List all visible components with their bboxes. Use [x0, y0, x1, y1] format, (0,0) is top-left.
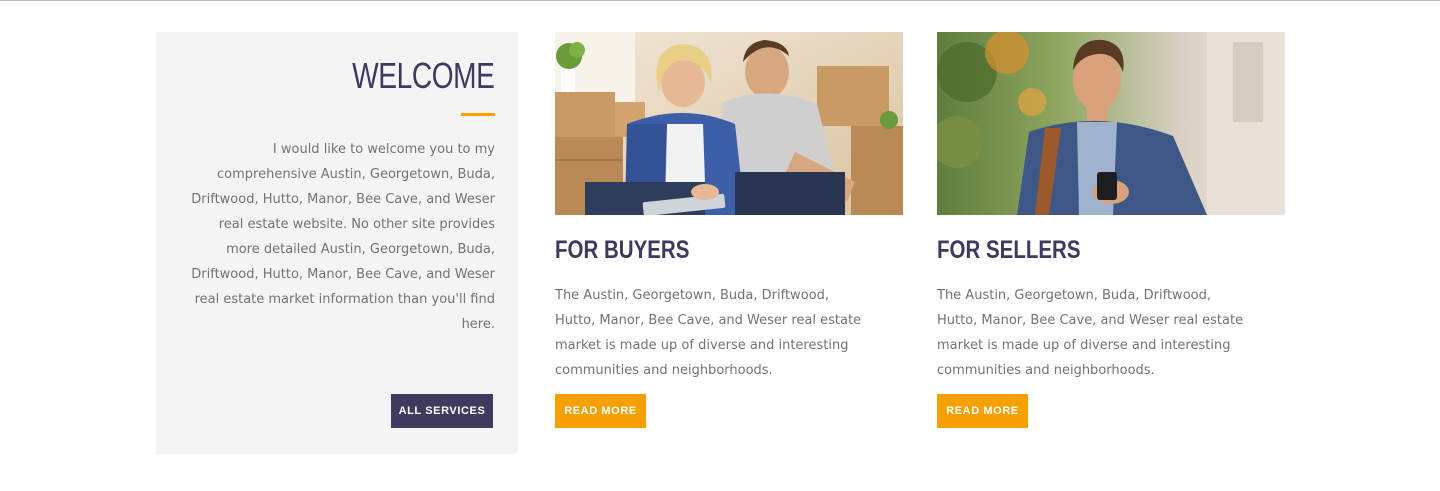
all-services-button[interactable]: ALL SERVICES [391, 394, 493, 428]
top-divider [0, 0, 1440, 1]
sellers-read-more-button[interactable]: READ MORE [937, 394, 1028, 428]
sellers-title: FOR SELLERS [937, 236, 1081, 264]
welcome-card: WELCOME I would like to welcome you to m… [156, 32, 518, 454]
welcome-text: I would like to welcome you to my compre… [191, 142, 495, 332]
welcome-accent-line [461, 113, 495, 116]
buyers-photo[interactable] [555, 32, 903, 215]
buyers-card: FOR BUYERS The Austin, Georgetown, Buda,… [555, 32, 903, 432]
man-with-phone-image [937, 32, 1285, 215]
welcome-title: WELCOME [352, 55, 496, 96]
sellers-card: FOR SELLERS The Austin, Georgetown, Buda… [937, 32, 1285, 432]
sellers-text: The Austin, Georgetown, Buda, Driftwood,… [937, 288, 1244, 378]
buyers-text: The Austin, Georgetown, Buda, Driftwood,… [555, 288, 862, 378]
buyers-title: FOR BUYERS [555, 236, 690, 264]
buyers-read-more-button[interactable]: READ MORE [555, 394, 646, 428]
couple-with-tablet-image [555, 32, 903, 215]
sellers-photo[interactable] [937, 32, 1285, 215]
